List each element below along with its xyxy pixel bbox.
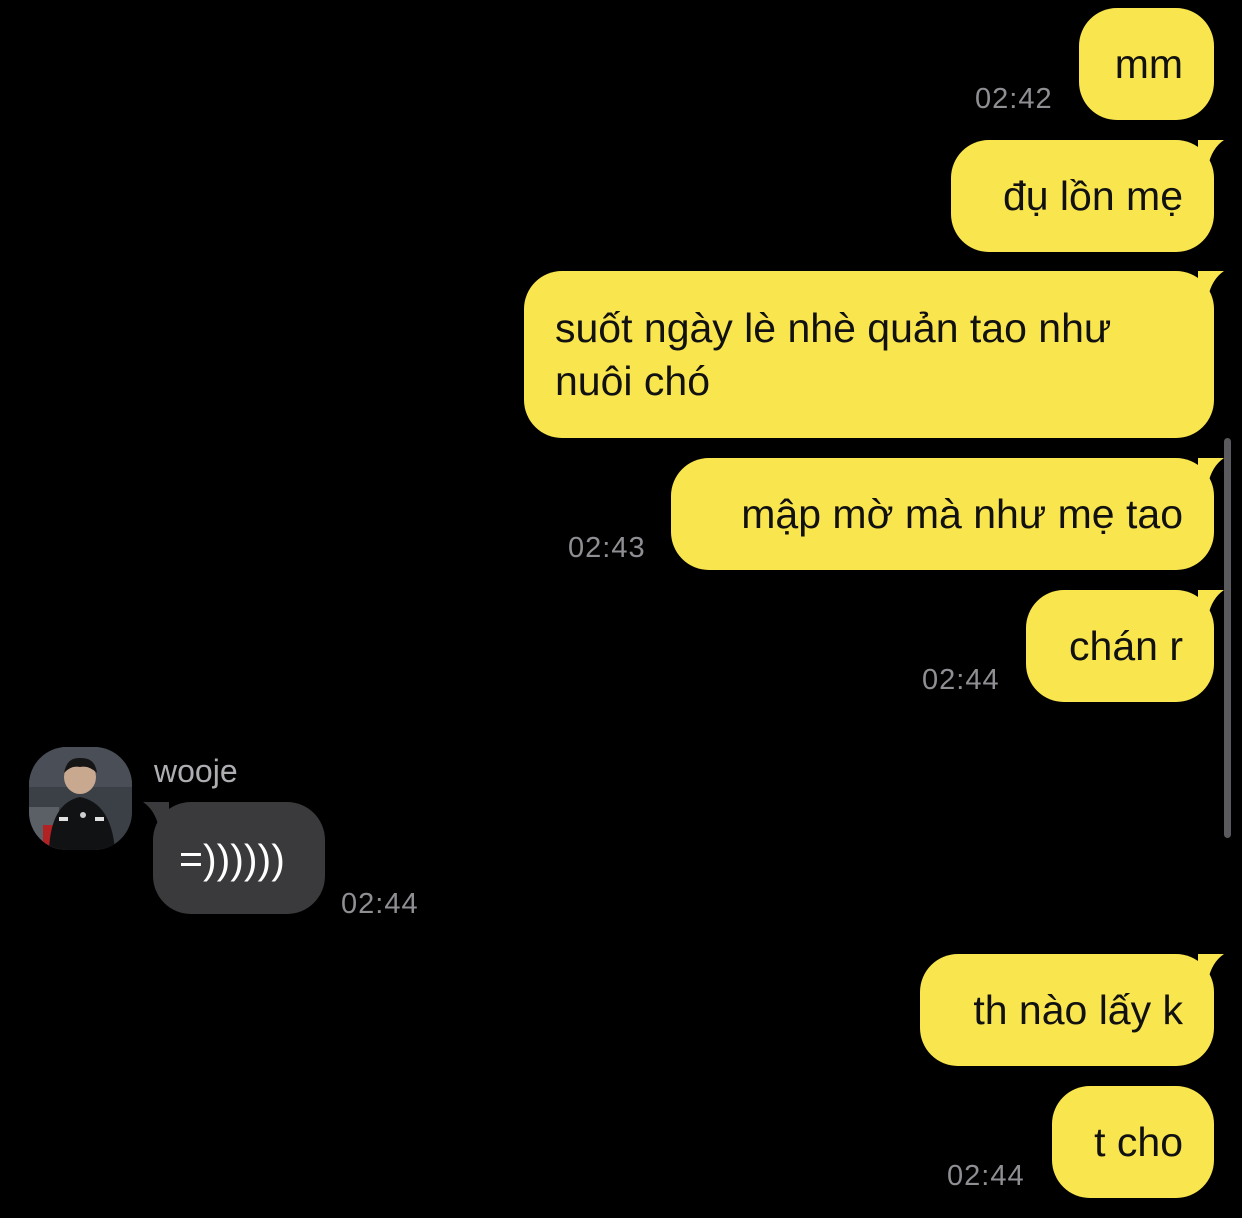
- bubble-tail-icon: [1198, 954, 1224, 980]
- outgoing-message-bubble[interactable]: t cho: [1052, 1086, 1214, 1198]
- message-text: th nào lấy k: [973, 987, 1183, 1033]
- message-text-line: nuôi chó: [555, 358, 711, 404]
- chat-message-list[interactable]: 02:42 mm đụ lồn mẹ suốt ngày lè nhè quản…: [0, 0, 1242, 1218]
- bubble-tail-icon: [1198, 590, 1224, 616]
- incoming-message-bubble[interactable]: =)))))): [143, 802, 325, 914]
- outgoing-message-bubble[interactable]: mập mờ mà như mẹ tao: [671, 458, 1224, 570]
- message-timestamp: 02:42: [975, 83, 1053, 115]
- outgoing-message-bubble[interactable]: suốt ngày lè nhè quản tao như nuôi chó: [524, 271, 1224, 438]
- message-text-line: suốt ngày lè nhè quản tao như: [555, 305, 1112, 351]
- message-timestamp: 02:44: [922, 664, 1000, 696]
- outgoing-message-bubble[interactable]: đụ lồn mẹ: [951, 140, 1224, 252]
- outgoing-message-bubble[interactable]: mm: [1079, 8, 1214, 120]
- outgoing-message-bubble[interactable]: chán r: [1026, 590, 1224, 702]
- message-text: mm: [1114, 41, 1183, 87]
- message-text: chán r: [1069, 623, 1183, 669]
- bubble-tail-icon: [143, 802, 169, 828]
- message-text: =)))))): [179, 836, 285, 882]
- bubble-tail-icon: [1198, 271, 1224, 297]
- bubble-tail-icon: [1198, 140, 1224, 166]
- message-timestamp: 02:44: [341, 888, 419, 920]
- scrollbar[interactable]: [1224, 438, 1231, 838]
- sender-name: wooje: [154, 753, 238, 789]
- message-text: đụ lồn mẹ: [1002, 173, 1183, 219]
- message-timestamp: 02:43: [568, 532, 646, 564]
- message-text: mập mờ mà như mẹ tao: [741, 491, 1183, 537]
- bubble-tail-icon: [1198, 458, 1224, 484]
- outgoing-message-bubble[interactable]: th nào lấy k: [920, 954, 1224, 1066]
- profile-photo-avatar[interactable]: [29, 747, 132, 850]
- message-text: t cho: [1094, 1119, 1183, 1165]
- message-timestamp: 02:44: [947, 1160, 1025, 1192]
